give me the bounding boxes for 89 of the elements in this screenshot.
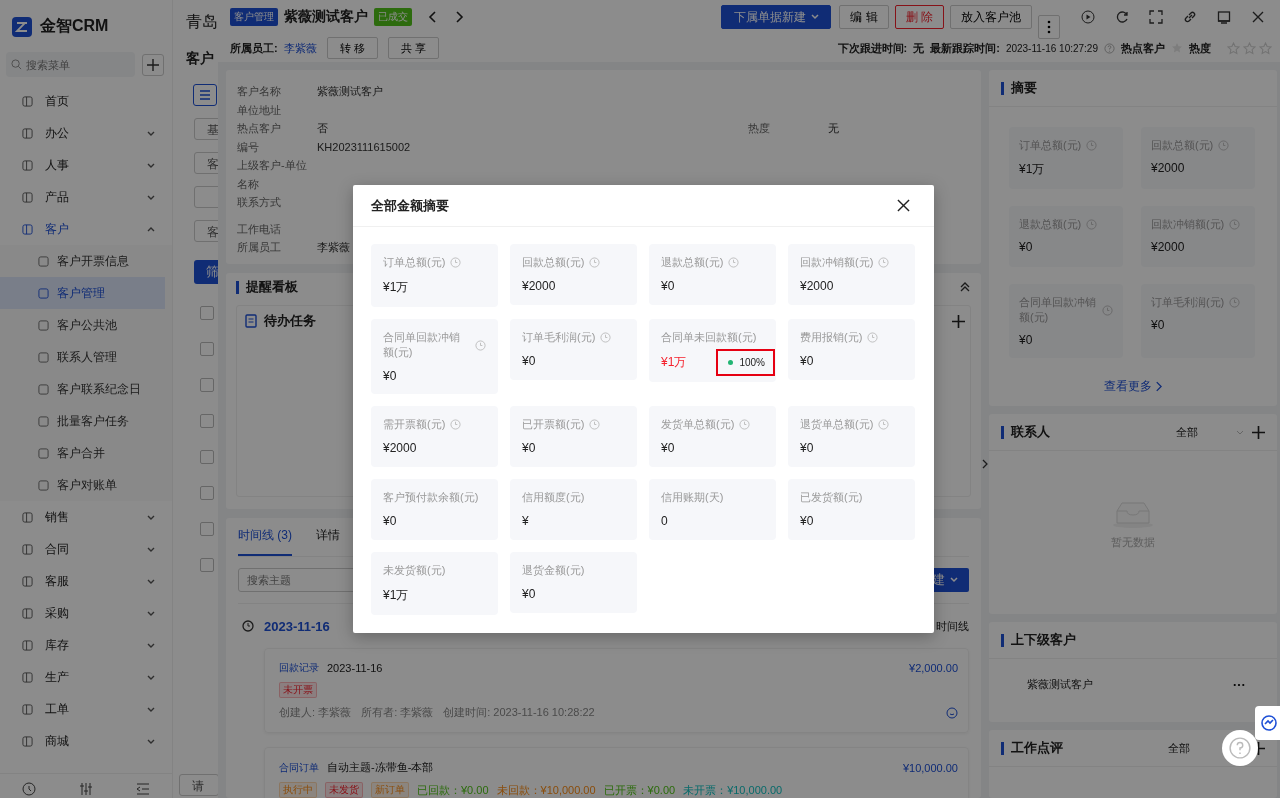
customer-title: 紫薇测试客户 [284,8,368,26]
stat-label: 信用账期(天) [661,490,724,505]
stat-value: ¥2000 [383,441,417,455]
stat-value: ¥2000 [800,279,834,293]
timeline-date: 2023-11-16 [264,618,330,634]
stat-value: ¥0 [522,587,536,601]
stat-label: 未发货额(元) [383,563,446,578]
owner-label: 所属员工: [230,40,278,56]
hot-customer-label: 热点客户 [1121,40,1165,56]
stat-value: ¥0 [1150,318,1166,332]
card-title: 工作点评 [1010,739,1063,757]
stat-value: ¥2000 [1150,161,1186,175]
field-label: 工作电话 [237,221,282,237]
card-title: 联系人 [1010,423,1050,441]
stat-value: ¥0 [800,514,814,528]
stat-label: 订单毛利润(元) [522,330,596,345]
heat-label: 热度 [1189,40,1211,56]
amount-stat: 未开票：¥10,000.00 [683,782,783,798]
field-value: 李紫薇 [317,240,351,255]
amount-stat: 已回款：¥0.00 [417,782,489,798]
entry-meta: 所有者: 李紫薇 [361,705,434,720]
entry-title: 2023-11-16 [327,662,383,674]
amount-stat: 未回款：¥10,000.00 [496,782,596,798]
entry-amount: ¥10,000.00 [902,761,958,774]
stat-value: ¥2000 [1150,240,1186,254]
stat-label: 订单总额(元) [383,255,446,270]
stat-label: 发货单总额(元) [661,417,735,432]
entry-amount: ¥2,000.00 [909,662,958,674]
brand-name: 金智CRM [40,16,109,36]
field-label: 单位地址 [237,102,282,118]
field-label: 热点客户 [237,121,282,136]
percentage-text: 100% [739,357,765,368]
stat-value: ¥0 [522,354,536,368]
stat-value: ¥2000 [522,279,556,293]
stat-label: 回款总额(元) [522,255,585,270]
stat-label: 合同单回款冲销额(元) [383,330,461,360]
stat-value: ¥0 [800,354,814,368]
stat-value: ¥ [522,514,529,528]
module-tag: 客户管理 [230,8,278,26]
stat-value: ¥0 [1018,240,1034,254]
latest-follow-label: 最新跟踪时间: [930,40,1000,56]
section-title: 待办任务 [264,312,316,330]
entry-meta: 创建人: 李紫薇 [279,705,352,720]
field-value: 否 [317,121,329,136]
stat-value: ¥0 [383,514,397,528]
field-value: 紫薇测试客户 [317,84,384,99]
stat-value: ¥0 [661,279,675,293]
stat-value: ¥0 [383,369,397,383]
stat-label: 退货单总额(元) [800,417,874,432]
stat-value: ¥1万 [661,354,687,371]
field-label: 联系方式 [237,195,282,210]
page-title: 青岛 [186,12,218,32]
latest-follow-time: 2023-11-16 10:27:29 [1005,42,1098,54]
field-label: 客户名称 [237,84,282,99]
card-title: 摘要 [1010,79,1037,97]
card-title: 上下级客户 [1010,631,1076,649]
stat-label: 退款总额(元) [661,255,724,270]
stat-value: ¥1万 [383,587,409,604]
entry-meta: 创建时间: 2023-11-16 10:28:22 [443,705,595,720]
stat-value: 0 [661,514,668,528]
status-tag: 已成交 [374,8,412,26]
stat-label: 退货金额(元) [522,563,585,578]
field-value: 无 [827,121,840,136]
stat-label: 已开票额(元) [522,417,585,432]
page-subtitle: 客户 [186,50,214,68]
stat-value: ¥0 [800,441,814,455]
card-title: 提醒看板 [246,278,298,296]
stat-label: 费用报销(元) [800,330,863,345]
stat-value: ¥1万 [1018,161,1046,178]
stat-label: 客户预付款余额(元) [383,490,479,505]
field-label: 上级客户-单位名称 [237,158,308,192]
stat-value: ¥0 [522,441,536,455]
field-value: KH2023111615002 [317,139,412,155]
next-follow-value: 无 [913,40,925,56]
stat-value: ¥0 [661,441,675,455]
stat-label: 回款冲销额(元) [800,255,874,270]
dialog-title: 全部金额摘要 [371,196,449,215]
entry-title: 自动主题-冻带鱼-本部 [327,760,434,775]
field-label: 所属员工 [237,240,282,255]
field-label: 热度 [747,121,771,136]
stat-value: ¥0 [1018,333,1034,347]
amount-stat: 已开票：¥0.00 [603,782,676,798]
next-follow-label: 下次跟进时间: [837,40,908,56]
stat-label: 需开票额(元) [383,417,446,432]
field-label: 编号 [237,139,260,155]
stat-label: 合同单未回款额(元) [661,330,757,345]
stat-label: 已发货额(元) [800,490,863,505]
stat-label: 信用额度(元) [522,490,585,505]
stat-value: ¥1万 [383,279,409,296]
